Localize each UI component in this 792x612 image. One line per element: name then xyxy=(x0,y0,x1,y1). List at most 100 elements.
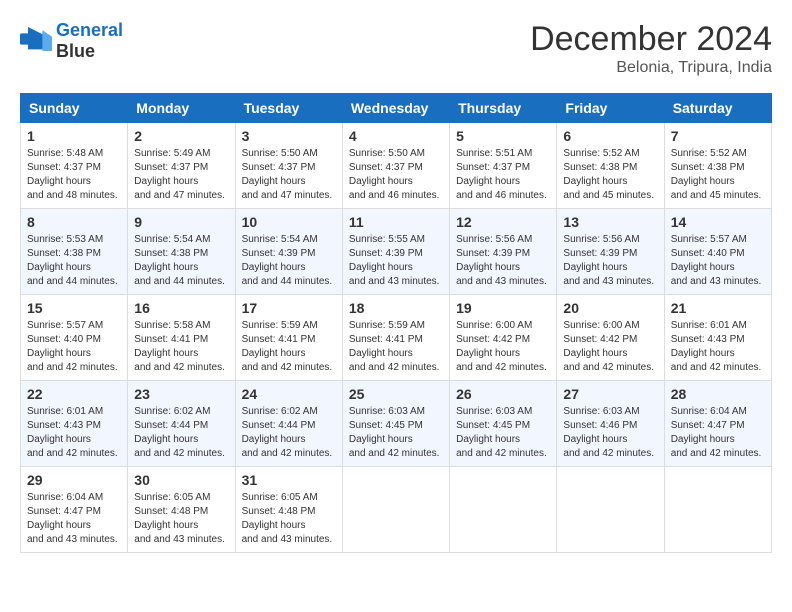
day-info: Sunrise: 6:02 AMSunset: 4:44 PMDaylight … xyxy=(134,405,228,461)
day-number: 28 xyxy=(671,386,765,402)
col-wednesday: Wednesday xyxy=(342,94,449,123)
col-tuesday: Tuesday xyxy=(235,94,342,123)
col-sunday: Sunday xyxy=(21,94,128,123)
day-info: Sunrise: 6:05 AMSunset: 4:48 PMDaylight … xyxy=(134,491,228,547)
calendar-cell: 17 Sunrise: 5:59 AMSunset: 4:41 PMDaylig… xyxy=(235,295,342,381)
day-info: Sunrise: 5:54 AMSunset: 4:39 PMDaylight … xyxy=(242,233,336,289)
calendar-cell xyxy=(664,467,771,553)
calendar-cell: 12 Sunrise: 5:56 AMSunset: 4:39 PMDaylig… xyxy=(450,209,557,295)
day-number: 20 xyxy=(563,300,657,316)
day-number: 31 xyxy=(242,472,336,488)
day-number: 24 xyxy=(242,386,336,402)
calendar-cell xyxy=(342,467,449,553)
day-info: Sunrise: 5:52 AMSunset: 4:38 PMDaylight … xyxy=(671,147,765,203)
calendar-week-row: 29 Sunrise: 6:04 AMSunset: 4:47 PMDaylig… xyxy=(21,467,772,553)
day-number: 13 xyxy=(563,214,657,230)
day-info: Sunrise: 5:52 AMSunset: 4:38 PMDaylight … xyxy=(563,147,657,203)
day-info: Sunrise: 5:50 AMSunset: 4:37 PMDaylight … xyxy=(349,147,443,203)
calendar-week-row: 15 Sunrise: 5:57 AMSunset: 4:40 PMDaylig… xyxy=(21,295,772,381)
col-friday: Friday xyxy=(557,94,664,123)
calendar-cell: 9 Sunrise: 5:54 AMSunset: 4:38 PMDayligh… xyxy=(128,209,235,295)
logo-text: General Blue xyxy=(56,20,123,62)
day-number: 4 xyxy=(349,128,443,144)
logo: General Blue xyxy=(20,20,123,62)
day-info: Sunrise: 5:57 AMSunset: 4:40 PMDaylight … xyxy=(671,233,765,289)
calendar-cell: 5 Sunrise: 5:51 AMSunset: 4:37 PMDayligh… xyxy=(450,123,557,209)
header-row: Sunday Monday Tuesday Wednesday Thursday… xyxy=(21,94,772,123)
calendar-cell: 22 Sunrise: 6:01 AMSunset: 4:43 PMDaylig… xyxy=(21,381,128,467)
day-info: Sunrise: 5:57 AMSunset: 4:40 PMDaylight … xyxy=(27,319,121,375)
calendar-cell: 16 Sunrise: 5:58 AMSunset: 4:41 PMDaylig… xyxy=(128,295,235,381)
day-info: Sunrise: 5:56 AMSunset: 4:39 PMDaylight … xyxy=(456,233,550,289)
calendar-cell: 28 Sunrise: 6:04 AMSunset: 4:47 PMDaylig… xyxy=(664,381,771,467)
day-info: Sunrise: 5:54 AMSunset: 4:38 PMDaylight … xyxy=(134,233,228,289)
calendar-cell xyxy=(557,467,664,553)
header: General Blue December 2024 Belonia, Trip… xyxy=(20,20,772,77)
calendar-table: Sunday Monday Tuesday Wednesday Thursday… xyxy=(20,93,772,553)
calendar-cell: 7 Sunrise: 5:52 AMSunset: 4:38 PMDayligh… xyxy=(664,123,771,209)
day-number: 5 xyxy=(456,128,550,144)
day-number: 7 xyxy=(671,128,765,144)
day-number: 10 xyxy=(242,214,336,230)
day-number: 16 xyxy=(134,300,228,316)
calendar-cell: 19 Sunrise: 6:00 AMSunset: 4:42 PMDaylig… xyxy=(450,295,557,381)
calendar-subtitle: Belonia, Tripura, India xyxy=(530,59,772,77)
calendar-cell: 27 Sunrise: 6:03 AMSunset: 4:46 PMDaylig… xyxy=(557,381,664,467)
day-number: 29 xyxy=(27,472,121,488)
day-info: Sunrise: 5:51 AMSunset: 4:37 PMDaylight … xyxy=(456,147,550,203)
calendar-cell: 10 Sunrise: 5:54 AMSunset: 4:39 PMDaylig… xyxy=(235,209,342,295)
calendar-cell: 2 Sunrise: 5:49 AMSunset: 4:37 PMDayligh… xyxy=(128,123,235,209)
day-info: Sunrise: 5:49 AMSunset: 4:37 PMDaylight … xyxy=(134,147,228,203)
day-number: 25 xyxy=(349,386,443,402)
calendar-cell: 15 Sunrise: 5:57 AMSunset: 4:40 PMDaylig… xyxy=(21,295,128,381)
day-number: 26 xyxy=(456,386,550,402)
calendar-cell: 20 Sunrise: 6:00 AMSunset: 4:42 PMDaylig… xyxy=(557,295,664,381)
day-number: 9 xyxy=(134,214,228,230)
calendar-cell: 26 Sunrise: 6:03 AMSunset: 4:45 PMDaylig… xyxy=(450,381,557,467)
calendar-week-row: 8 Sunrise: 5:53 AMSunset: 4:38 PMDayligh… xyxy=(21,209,772,295)
calendar-cell: 4 Sunrise: 5:50 AMSunset: 4:37 PMDayligh… xyxy=(342,123,449,209)
col-monday: Monday xyxy=(128,94,235,123)
logo-icon xyxy=(20,27,52,55)
day-info: Sunrise: 6:04 AMSunset: 4:47 PMDaylight … xyxy=(671,405,765,461)
day-number: 15 xyxy=(27,300,121,316)
day-info: Sunrise: 6:02 AMSunset: 4:44 PMDaylight … xyxy=(242,405,336,461)
calendar-cell: 29 Sunrise: 6:04 AMSunset: 4:47 PMDaylig… xyxy=(21,467,128,553)
day-number: 23 xyxy=(134,386,228,402)
day-info: Sunrise: 5:56 AMSunset: 4:39 PMDaylight … xyxy=(563,233,657,289)
day-info: Sunrise: 6:01 AMSunset: 4:43 PMDaylight … xyxy=(671,319,765,375)
day-info: Sunrise: 6:00 AMSunset: 4:42 PMDaylight … xyxy=(456,319,550,375)
day-number: 1 xyxy=(27,128,121,144)
day-number: 14 xyxy=(671,214,765,230)
calendar-cell xyxy=(450,467,557,553)
calendar-cell: 1 Sunrise: 5:48 AMSunset: 4:37 PMDayligh… xyxy=(21,123,128,209)
day-number: 27 xyxy=(563,386,657,402)
calendar-cell: 18 Sunrise: 5:59 AMSunset: 4:41 PMDaylig… xyxy=(342,295,449,381)
calendar-cell: 3 Sunrise: 5:50 AMSunset: 4:37 PMDayligh… xyxy=(235,123,342,209)
calendar-week-row: 22 Sunrise: 6:01 AMSunset: 4:43 PMDaylig… xyxy=(21,381,772,467)
calendar-cell: 14 Sunrise: 5:57 AMSunset: 4:40 PMDaylig… xyxy=(664,209,771,295)
col-thursday: Thursday xyxy=(450,94,557,123)
calendar-cell: 30 Sunrise: 6:05 AMSunset: 4:48 PMDaylig… xyxy=(128,467,235,553)
calendar-cell: 6 Sunrise: 5:52 AMSunset: 4:38 PMDayligh… xyxy=(557,123,664,209)
calendar-week-row: 1 Sunrise: 5:48 AMSunset: 4:37 PMDayligh… xyxy=(21,123,772,209)
calendar-title: December 2024 xyxy=(530,20,772,59)
day-number: 22 xyxy=(27,386,121,402)
day-info: Sunrise: 6:03 AMSunset: 4:45 PMDaylight … xyxy=(349,405,443,461)
day-number: 19 xyxy=(456,300,550,316)
day-number: 2 xyxy=(134,128,228,144)
col-saturday: Saturday xyxy=(664,94,771,123)
day-number: 11 xyxy=(349,214,443,230)
day-number: 30 xyxy=(134,472,228,488)
day-info: Sunrise: 6:05 AMSunset: 4:48 PMDaylight … xyxy=(242,491,336,547)
day-number: 3 xyxy=(242,128,336,144)
day-number: 6 xyxy=(563,128,657,144)
day-info: Sunrise: 5:59 AMSunset: 4:41 PMDaylight … xyxy=(349,319,443,375)
day-info: Sunrise: 5:58 AMSunset: 4:41 PMDaylight … xyxy=(134,319,228,375)
day-number: 12 xyxy=(456,214,550,230)
day-number: 8 xyxy=(27,214,121,230)
calendar-cell: 11 Sunrise: 5:55 AMSunset: 4:39 PMDaylig… xyxy=(342,209,449,295)
day-info: Sunrise: 6:00 AMSunset: 4:42 PMDaylight … xyxy=(563,319,657,375)
day-number: 21 xyxy=(671,300,765,316)
calendar-cell: 13 Sunrise: 5:56 AMSunset: 4:39 PMDaylig… xyxy=(557,209,664,295)
